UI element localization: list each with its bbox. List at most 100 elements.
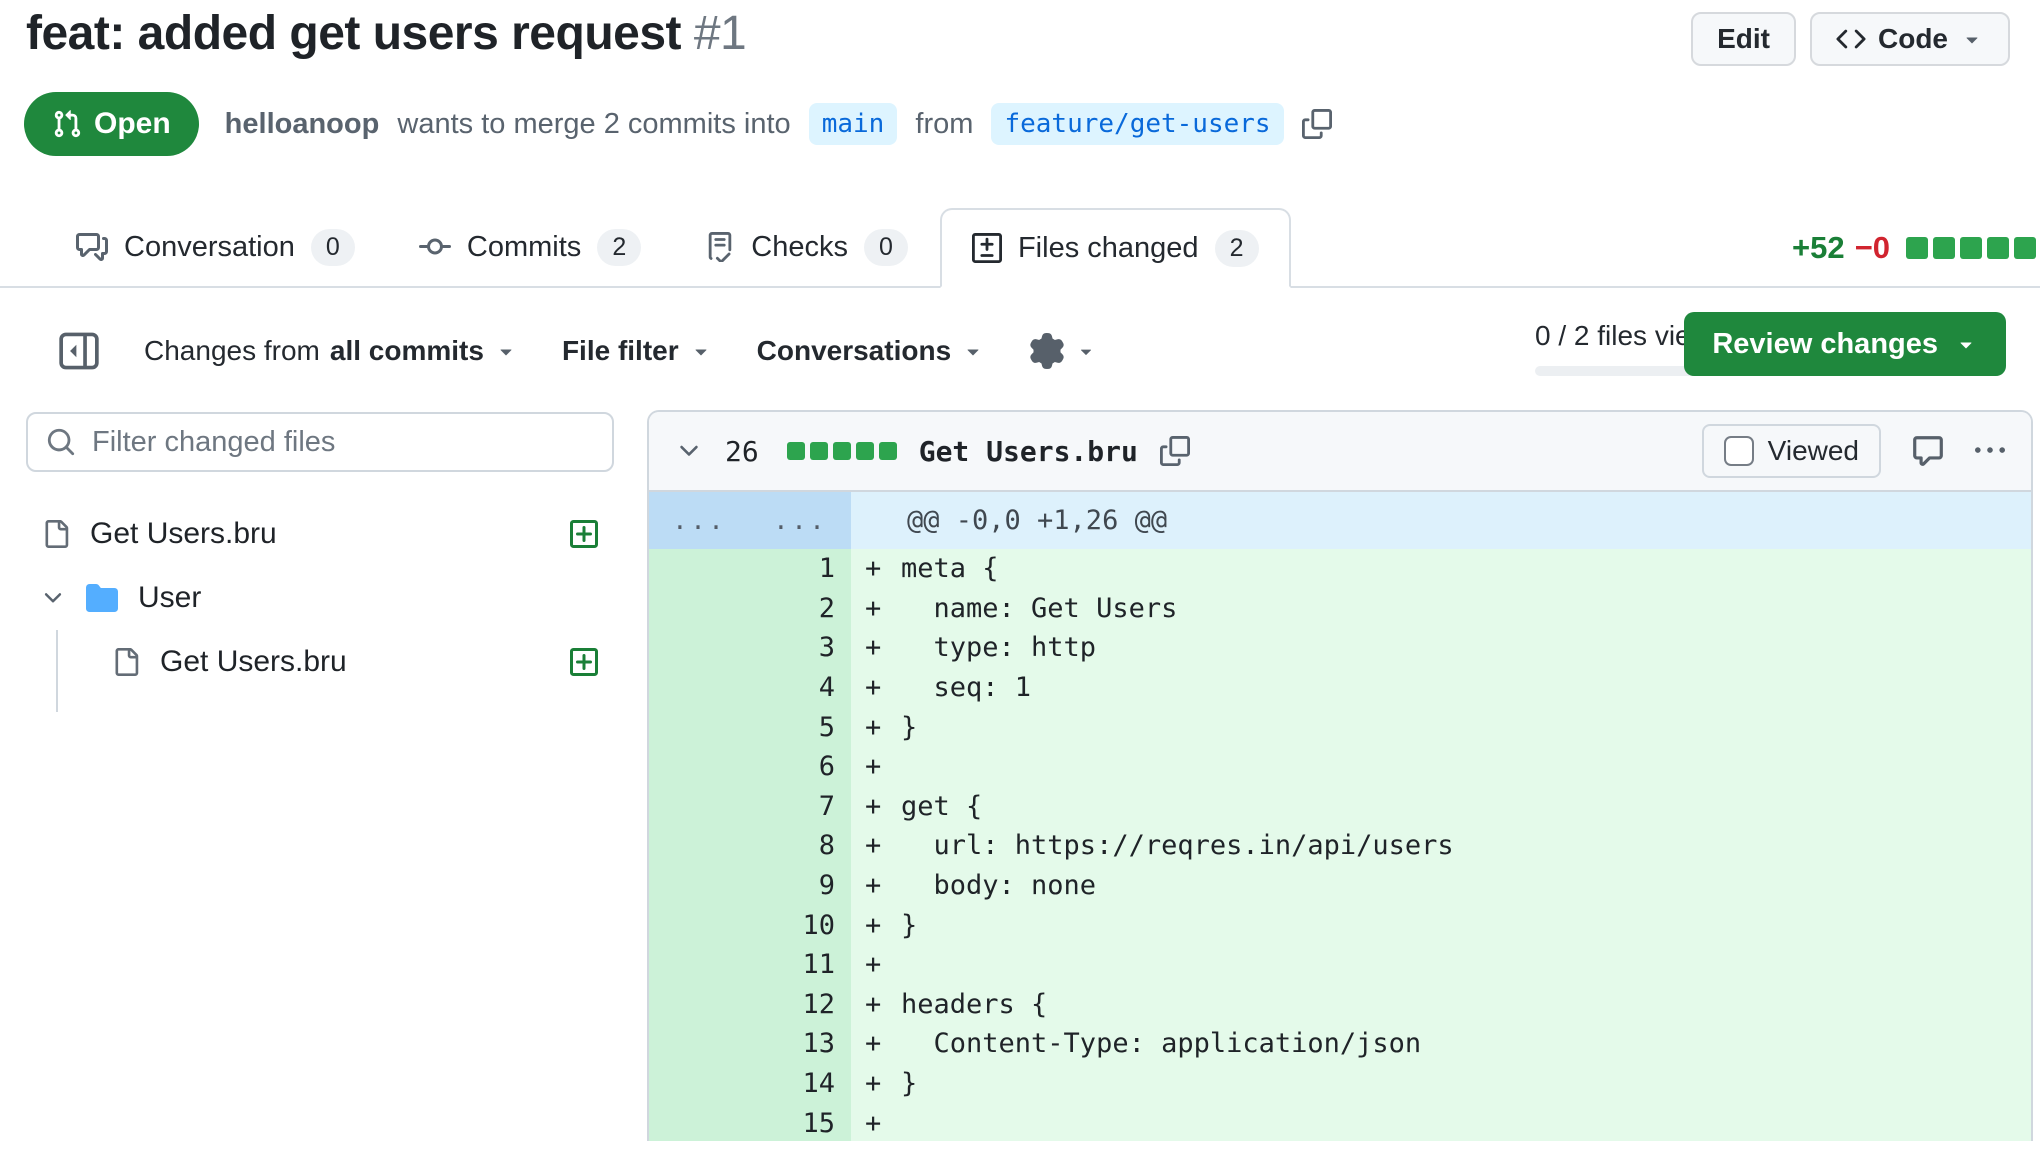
head-branch-chip[interactable]: feature/get-users bbox=[991, 103, 1283, 145]
diff-old-line-number bbox=[649, 787, 750, 827]
diff-old-line-number bbox=[649, 866, 750, 906]
hunk-gutter-dots: ... bbox=[649, 492, 750, 549]
diff-new-line-number: 1 bbox=[750, 549, 851, 589]
diff-line[interactable]: 15 + bbox=[649, 1103, 2031, 1141]
diff-old-line-number bbox=[649, 905, 750, 945]
pr-title-text: feat: added get users request bbox=[26, 7, 681, 60]
diff-old-line-number bbox=[649, 747, 750, 787]
triangle-down-icon bbox=[1075, 340, 1097, 362]
tree-indent-line bbox=[56, 630, 58, 712]
diff-line-content: +} bbox=[851, 707, 2031, 747]
file-tree: Get Users.bru User Get Users.bru bbox=[26, 502, 614, 694]
comment-icon[interactable] bbox=[1911, 434, 1945, 468]
diff-line[interactable]: 8 + url: https://reqres.in/api/users bbox=[649, 826, 2031, 866]
triangle-down-icon bbox=[1954, 332, 1978, 356]
diff-sign: + bbox=[865, 1028, 901, 1059]
review-changes-button[interactable]: Review changes bbox=[1684, 312, 2006, 376]
diff-filename[interactable]: Get Users.bru bbox=[919, 435, 1138, 468]
diff-new-line-number: 12 bbox=[750, 985, 851, 1025]
diff-line-content: +} bbox=[851, 905, 2031, 945]
status-badge-label: Open bbox=[94, 107, 171, 141]
hunk-header-row[interactable]: ... ... @@ -0,0 +1,26 @@ bbox=[649, 492, 2031, 549]
diff-new-line-number: 3 bbox=[750, 628, 851, 668]
diff-old-line-number bbox=[649, 1103, 750, 1141]
diff-code: meta { bbox=[901, 553, 999, 584]
diff-line[interactable]: 9 + body: none bbox=[649, 866, 2031, 906]
tree-item-root-file[interactable]: Get Users.bru bbox=[26, 502, 614, 566]
copy-branch-icon[interactable] bbox=[1302, 109, 1332, 139]
diff-code: Content-Type: application/json bbox=[901, 1028, 1421, 1059]
hunk-gutter: ... ... bbox=[649, 492, 851, 549]
diff-new-line-number: 10 bbox=[750, 905, 851, 945]
diff-line-content: +get { bbox=[851, 787, 2031, 827]
diff-sign: + bbox=[865, 672, 901, 703]
conversations-dropdown[interactable]: Conversations bbox=[757, 335, 986, 367]
diff-settings-dropdown[interactable] bbox=[1029, 333, 1097, 369]
diff-sign: + bbox=[865, 1068, 901, 1099]
tree-item-folder-user[interactable]: User bbox=[26, 566, 614, 630]
tab-checks[interactable]: Checks 0 bbox=[673, 207, 940, 287]
diff-sign: + bbox=[865, 712, 901, 743]
diff-line-content: + type: http bbox=[851, 628, 2031, 668]
diff-new-line-number: 6 bbox=[750, 747, 851, 787]
diff-old-line-number bbox=[649, 826, 750, 866]
diff-old-line-number bbox=[649, 1024, 750, 1064]
status-badge: Open bbox=[24, 92, 199, 156]
tab-conversation[interactable]: Conversation 0 bbox=[44, 207, 387, 287]
diffstat: +52 −0 bbox=[1792, 230, 2036, 266]
tree-item-nested-file[interactable]: Get Users.bru bbox=[26, 630, 614, 694]
diff-old-line-number bbox=[649, 707, 750, 747]
diff-line-content: + bbox=[851, 1103, 2031, 1141]
tab-commits[interactable]: Commits 2 bbox=[387, 207, 673, 287]
tab-files-changed[interactable]: Files changed 2 bbox=[940, 208, 1291, 288]
deletions-count: −0 bbox=[1855, 230, 1890, 266]
diff-line[interactable]: 6 + bbox=[649, 747, 2031, 787]
diff-line[interactable]: 1 +meta { bbox=[649, 549, 2031, 589]
diff-new-line-number: 7 bbox=[750, 787, 851, 827]
diff-line[interactable]: 3 + type: http bbox=[649, 628, 2031, 668]
filter-files-inputwrap bbox=[26, 412, 614, 472]
diff-line[interactable]: 4 + seq: 1 bbox=[649, 668, 2031, 708]
edit-button[interactable]: Edit bbox=[1691, 12, 1796, 66]
diff-old-line-number bbox=[649, 985, 750, 1025]
folder-icon bbox=[86, 582, 118, 614]
viewed-checkbox[interactable] bbox=[1724, 436, 1754, 466]
diff-sign: + bbox=[865, 553, 901, 584]
review-changes-label: Review changes bbox=[1712, 328, 1938, 361]
filter-files-input[interactable] bbox=[92, 426, 594, 459]
diff-line[interactable]: 7 +get { bbox=[649, 787, 2031, 827]
diff-line[interactable]: 14 +} bbox=[649, 1064, 2031, 1104]
diff-line[interactable]: 12 +headers { bbox=[649, 985, 2031, 1025]
copy-filename-icon[interactable] bbox=[1160, 436, 1190, 466]
viewed-button[interactable]: Viewed bbox=[1702, 424, 1881, 478]
diff-line[interactable]: 2 + name: Get Users bbox=[649, 589, 2031, 629]
diff-line[interactable]: 10 +} bbox=[649, 905, 2031, 945]
sidebar-collapse-icon[interactable] bbox=[58, 330, 100, 372]
diff-line-content: + body: none bbox=[851, 866, 2031, 906]
diffstat-blocks bbox=[1906, 237, 2036, 259]
diff-line[interactable]: 11 + bbox=[649, 945, 2031, 985]
diff-code: seq: 1 bbox=[901, 672, 1031, 703]
diff-line[interactable]: 5 +} bbox=[649, 707, 2031, 747]
diff-sign: + bbox=[865, 632, 901, 663]
comment-discussion-icon bbox=[76, 231, 108, 263]
diff-sign: + bbox=[865, 910, 901, 941]
file-diffstat-blocks bbox=[787, 442, 897, 460]
diff-old-line-number bbox=[649, 549, 750, 589]
diff-line-content: + Content-Type: application/json bbox=[851, 1024, 2031, 1064]
diff-code: } bbox=[901, 1068, 917, 1099]
diff-code: type: http bbox=[901, 632, 1096, 663]
base-branch-chip[interactable]: main bbox=[809, 103, 898, 145]
diff-sign: + bbox=[865, 870, 901, 901]
diff-line-content: + seq: 1 bbox=[851, 668, 2031, 708]
pr-author[interactable]: helloanoop bbox=[225, 108, 380, 141]
file-icon bbox=[42, 520, 70, 548]
changes-from-dropdown[interactable]: Changes from all commits bbox=[144, 335, 518, 367]
file-filter-dropdown[interactable]: File filter bbox=[562, 335, 713, 367]
kebab-icon[interactable] bbox=[1975, 436, 2005, 466]
chevron-down-icon[interactable] bbox=[675, 437, 703, 465]
tab-label: Checks bbox=[751, 231, 848, 264]
diff-sign: + bbox=[865, 989, 901, 1020]
code-button[interactable]: Code bbox=[1810, 12, 2010, 66]
diff-line[interactable]: 13 + Content-Type: application/json bbox=[649, 1024, 2031, 1064]
